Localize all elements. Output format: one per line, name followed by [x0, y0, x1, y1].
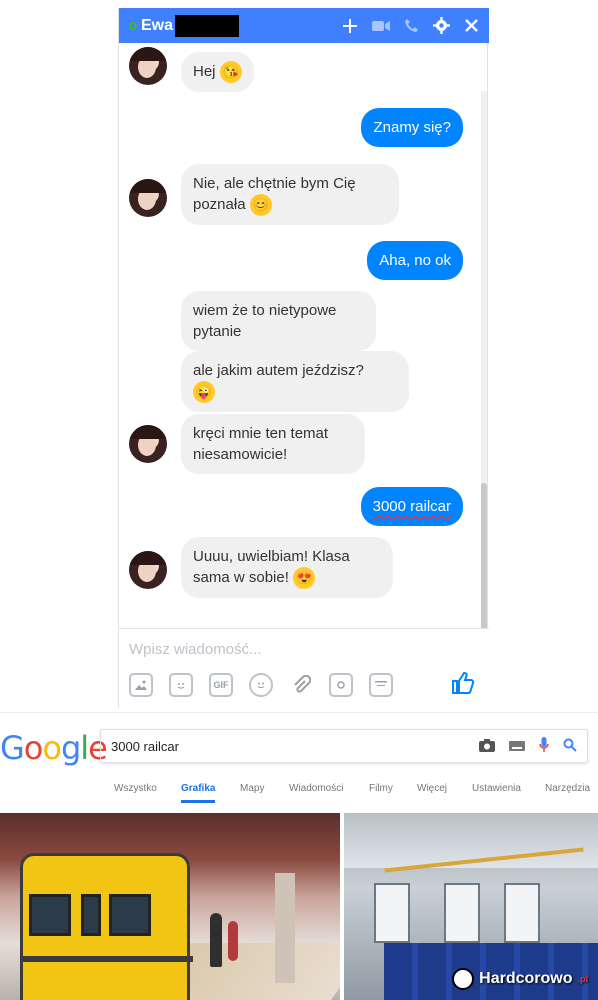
- tab-wiecej[interactable]: Więcej: [417, 783, 447, 800]
- message-text: Znamy się?: [373, 119, 451, 136]
- person-shape: [228, 921, 238, 961]
- phone-icon[interactable]: [404, 18, 419, 33]
- chat-header: Ewa: [119, 8, 489, 43]
- avatar[interactable]: [129, 179, 167, 217]
- gif-icon[interactable]: GIF: [209, 673, 233, 697]
- message-text: Nie, ale chętnie bym Cię poznała: [193, 175, 356, 213]
- message-list[interactable]: Hej 😘 Znamy się? Nie, ale chętnie bym Ci…: [119, 43, 489, 653]
- window-shape: [504, 883, 540, 943]
- message-bubble-outgoing: Znamy się?: [361, 108, 463, 147]
- watermark-suffix: .pl: [577, 974, 589, 984]
- tab-wiadomosci[interactable]: Wiadomości: [289, 783, 343, 800]
- gear-icon[interactable]: [433, 17, 450, 34]
- skull-logo-icon: [452, 968, 475, 990]
- message-bubble-incoming: wiem że to nietypowe pytanie: [181, 291, 376, 351]
- pillar-shape: [275, 873, 295, 983]
- message-bubble-incoming: Hej 😘: [181, 52, 254, 93]
- avatar[interactable]: [129, 425, 167, 463]
- window-shape: [444, 883, 480, 943]
- message-bubble-incoming: ale jakim autem jeździsz? 😜: [181, 351, 409, 413]
- wink-emoji-icon: 😜: [193, 381, 215, 404]
- message-bubble-outgoing: Aha, no ok: [367, 241, 463, 280]
- watermark-text: Hardcorowo: [479, 970, 573, 987]
- image-result-train-interior[interactable]: Hardcorowo .pl: [344, 813, 598, 1000]
- kiss-emoji-icon: 😘: [219, 61, 242, 84]
- window-shape: [374, 883, 410, 943]
- camera-search-icon[interactable]: [479, 738, 495, 755]
- heart-eyes-emoji-icon: 😍: [293, 567, 316, 590]
- message-text: Aha, no ok: [379, 252, 451, 269]
- tab-filmy[interactable]: Filmy: [369, 783, 393, 800]
- tab-wszystko[interactable]: Wszystko: [114, 783, 157, 800]
- message-text: kręci mnie ten temat niesamowicie!: [193, 425, 329, 463]
- watermark: Hardcorowo .pl: [452, 968, 588, 990]
- search-bar[interactable]: 3000 railcar: [100, 729, 588, 763]
- smile-emoji-icon: 😊: [249, 194, 272, 217]
- attachment-icon[interactable]: [289, 673, 313, 697]
- message-text: Uuuu, uwielbiam! Klasa sama w sobie!: [193, 548, 350, 586]
- tab-grafika[interactable]: Grafika: [181, 783, 216, 803]
- emoji-icon[interactable]: [249, 673, 273, 697]
- message-bubble-incoming: Nie, ale chętnie bym Cię poznała 😊: [181, 164, 399, 226]
- camera-icon[interactable]: [329, 673, 353, 697]
- google-logo[interactable]: Google: [0, 729, 108, 767]
- keyboard-icon[interactable]: [509, 738, 525, 754]
- google-results-header: Google 3000 railcar Wszystko Grafika Map…: [0, 712, 598, 812]
- message-text: Hej: [193, 63, 216, 80]
- person-shape: [210, 913, 222, 967]
- image-result-train-exterior[interactable]: [0, 813, 340, 1000]
- tab-ustawienia[interactable]: Ustawienia: [472, 783, 521, 800]
- message-bubble-incoming: kręci mnie ten temat niesamowicie!: [181, 414, 365, 474]
- tab-narzedzia[interactable]: Narzędzia: [545, 783, 590, 800]
- message-text: wiem że to nietypowe pytanie: [193, 302, 337, 340]
- header-actions: [342, 17, 479, 34]
- video-icon[interactable]: [372, 19, 390, 33]
- search-icon[interactable]: [563, 738, 577, 755]
- plus-icon[interactable]: [342, 18, 358, 34]
- message-bubble-outgoing: 3000 railcar: [360, 487, 463, 526]
- search-bar-actions: [479, 736, 577, 756]
- avatar[interactable]: [129, 551, 167, 589]
- chat-window: Ewa Hej 😘 Znamy się? Nie, ale chętnie by…: [118, 8, 489, 708]
- yellow-railcar-shape: [20, 853, 193, 1000]
- composer-toolbar: GIF: [129, 673, 393, 697]
- microphone-icon[interactable]: [539, 736, 549, 756]
- message-text: ale jakim autem jeździsz?: [193, 362, 364, 379]
- calendar-icon[interactable]: [369, 673, 393, 697]
- message-bubble-incoming: Uuuu, uwielbiam! Klasa sama w sobie! 😍: [181, 537, 393, 599]
- tab-mapy[interactable]: Mapy: [240, 783, 264, 800]
- thumbs-up-icon[interactable]: [451, 671, 475, 702]
- redacted-surname: [175, 14, 240, 37]
- search-tabs: Wszystko Grafika Mapy Wiadomości Filmy W…: [0, 783, 598, 813]
- message-input[interactable]: Wpisz wiadomość...: [129, 641, 262, 658]
- close-icon[interactable]: [464, 18, 479, 33]
- avatar[interactable]: [129, 47, 167, 85]
- search-input[interactable]: 3000 railcar: [111, 739, 179, 754]
- image-icon[interactable]: [129, 673, 153, 697]
- online-status-icon: [129, 21, 137, 30]
- contact-name[interactable]: Ewa: [141, 17, 173, 35]
- sticker-icon[interactable]: [169, 673, 193, 697]
- message-composer: Wpisz wiadomość... GIF: [119, 628, 489, 708]
- message-text: 3000 railcar: [372, 498, 451, 515]
